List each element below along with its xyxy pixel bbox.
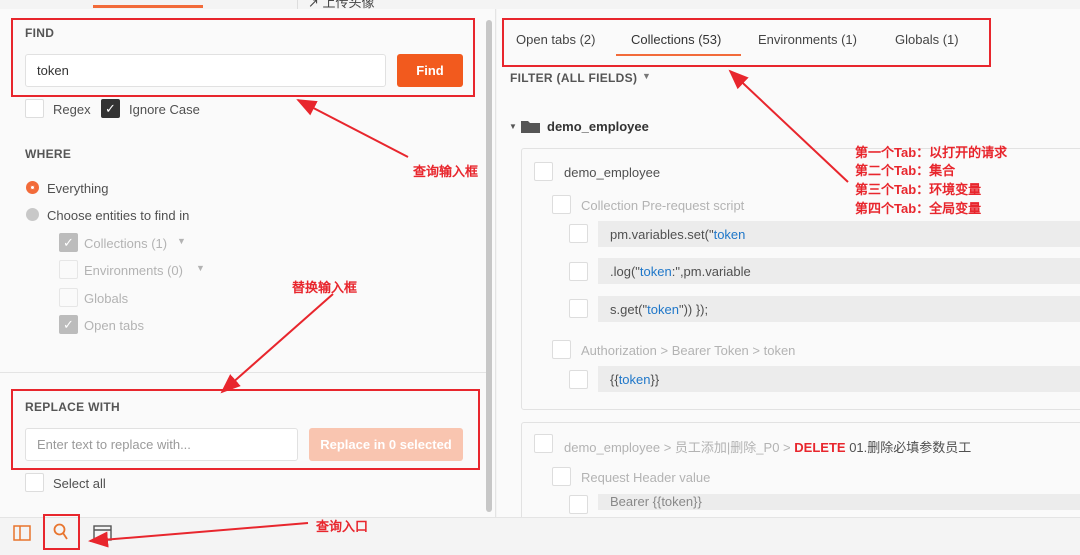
annotation-arrows (88, 69, 849, 548)
